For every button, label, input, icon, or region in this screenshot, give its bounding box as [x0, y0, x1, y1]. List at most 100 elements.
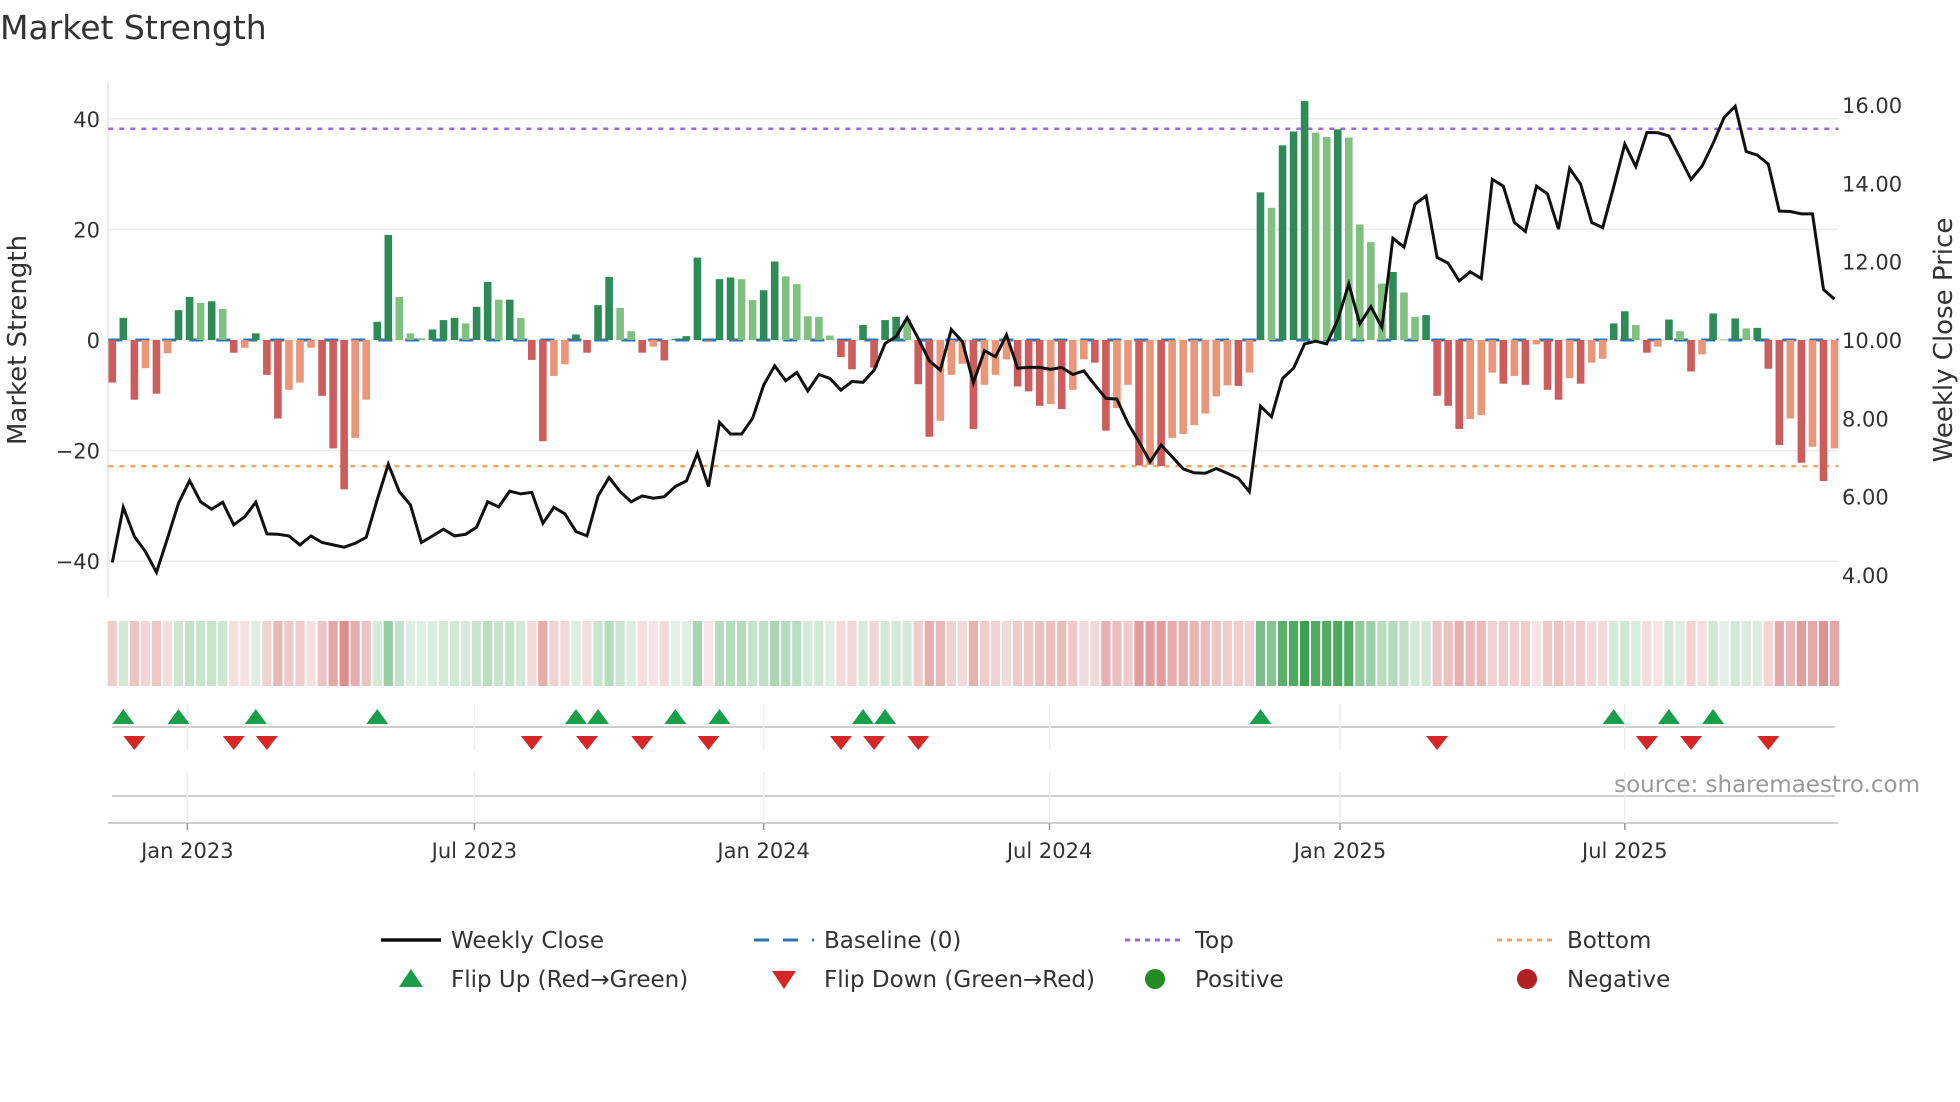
strength-bar — [1477, 340, 1486, 416]
heat-cell — [1796, 621, 1807, 686]
strength-bar — [141, 340, 150, 369]
y2-tick-label: 4.00 — [1842, 564, 1889, 588]
chart-title: Market Strength — [0, 8, 267, 47]
flip-down-marker — [1757, 736, 1780, 750]
heat-cell — [1675, 621, 1685, 686]
strength-bar — [1731, 318, 1739, 340]
strength-bar — [792, 284, 801, 340]
strength-bar — [605, 276, 613, 340]
strength-bar — [1510, 340, 1519, 376]
heat-cell — [1476, 621, 1486, 686]
heat-cell — [527, 621, 537, 686]
strength-bar — [1124, 340, 1132, 385]
heat-cell — [1288, 621, 1299, 686]
y-tick-label: 40 — [73, 108, 100, 132]
heat-cell — [1708, 621, 1718, 686]
heat-cell — [648, 621, 658, 686]
flip-down-marker — [907, 736, 930, 750]
heat-cell — [1377, 621, 1387, 686]
heat-cell — [549, 621, 559, 686]
legend-label: Baseline (0) — [824, 928, 961, 954]
strength-bar — [881, 320, 889, 340]
flip-down-marker — [255, 736, 278, 750]
heat-cell — [107, 621, 117, 686]
heat-cell — [1266, 621, 1277, 686]
strength-bar — [152, 340, 161, 394]
heat-cell — [350, 621, 360, 686]
strength-bar — [627, 331, 635, 340]
strength-bar — [649, 340, 658, 347]
market-strength-chart: Market Strength 40 20 0 −20 −40 16.00 14.00 12… — [0, 8, 1959, 993]
heat-cell — [1300, 621, 1310, 686]
heat-cell — [251, 621, 261, 686]
heat-cell — [1322, 621, 1332, 686]
heat-cell — [1399, 621, 1409, 686]
heat-cell — [1752, 621, 1762, 686]
heat-cell — [1576, 621, 1586, 686]
heat-cell — [781, 621, 791, 686]
heat-cell — [1079, 621, 1089, 686]
heat-cell — [273, 621, 283, 686]
heat-cell — [1620, 621, 1630, 686]
strength-bar — [1024, 340, 1033, 392]
heat-cell — [1046, 621, 1056, 686]
flip-down-marker — [222, 736, 245, 750]
strength-bar — [1587, 340, 1596, 363]
heat-cell — [725, 621, 736, 686]
heat-cell — [339, 621, 349, 686]
heat-cell — [1311, 621, 1321, 686]
heat-cell — [1653, 621, 1663, 686]
heat-cell — [560, 621, 570, 686]
heat-cell — [1244, 621, 1255, 686]
heat-cell — [173, 621, 184, 686]
strength-bar — [439, 320, 448, 340]
strength-bar — [1300, 101, 1309, 340]
y2-tick-label: 14.00 — [1842, 172, 1902, 196]
strength-heat-strip — [107, 621, 1840, 686]
heat-cell — [483, 621, 493, 686]
heat-cell — [836, 621, 846, 686]
heat-cell — [328, 621, 338, 686]
heat-cell — [858, 621, 868, 686]
strength-bar — [671, 338, 680, 340]
heat-cell — [593, 621, 603, 686]
strength-bar — [737, 279, 746, 340]
strength-bar — [1554, 340, 1563, 400]
flip-up-marker — [112, 709, 135, 724]
strength-bar — [1057, 340, 1066, 410]
heat-cell — [1333, 621, 1343, 686]
strength-bar — [207, 301, 216, 340]
left-axis-ticks: 40 20 0 −20 −40 — [56, 108, 100, 574]
heat-cell — [924, 621, 934, 686]
circle-icon — [1145, 969, 1165, 989]
heat-cell — [736, 621, 747, 686]
heat-cell — [979, 621, 990, 686]
y2-tick-label: 12.00 — [1842, 251, 1902, 275]
flip-up-marker — [1702, 709, 1725, 724]
legend-label: Negative — [1567, 967, 1670, 993]
y-tick-label: 0 — [87, 329, 100, 353]
flip-up-marker — [587, 709, 610, 724]
strength-bar — [1223, 340, 1232, 386]
heat-cell — [1741, 621, 1751, 686]
strength-bar — [1687, 340, 1695, 372]
heat-cell — [427, 621, 438, 686]
flip-down-marker — [829, 736, 852, 750]
heat-cell — [1498, 621, 1508, 686]
heat-cell — [1719, 621, 1729, 686]
strength-bar — [1665, 319, 1673, 340]
heat-cell — [1156, 621, 1166, 686]
heat-cell — [1012, 621, 1023, 686]
strength-bar — [428, 329, 437, 340]
strength-bar — [1775, 340, 1784, 446]
flip-up-marker — [244, 709, 267, 724]
strength-bar — [1234, 340, 1243, 386]
strength-bar — [1565, 340, 1574, 379]
strength-bar — [1046, 340, 1055, 405]
strength-bar — [1411, 316, 1419, 340]
heat-cell — [1697, 621, 1707, 686]
strength-bar — [1753, 327, 1762, 340]
heat-cell — [538, 621, 548, 686]
heat-cell — [1509, 621, 1519, 686]
heat-cell — [1553, 621, 1564, 686]
